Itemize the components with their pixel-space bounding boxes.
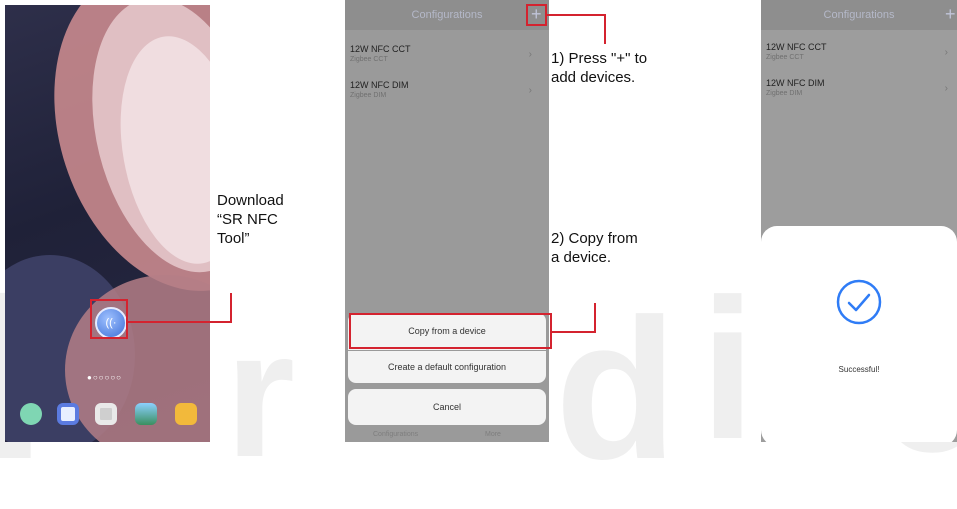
callout-line: [552, 331, 596, 333]
item-subtitle: Zigbee CCT: [350, 56, 388, 63]
download-annotation: Download “SR NFC Tool”: [217, 191, 284, 248]
annotation-line: 2) Copy from: [551, 230, 638, 247]
watermark: d: [555, 278, 678, 501]
browser-icon[interactable]: [57, 403, 79, 425]
chevron-right-icon: ›: [528, 85, 532, 96]
highlight-box: [90, 299, 128, 339]
item-name: 12W NFC CCT: [766, 42, 827, 52]
list-item[interactable]: 12W NFC DIM Zigbee DIM ›: [766, 78, 956, 97]
step1-annotation: 1) Press "+" to add devices.: [551, 49, 647, 87]
watermark: i: [700, 258, 756, 481]
list-item[interactable]: 12W NFC CCT Zigbee CCT ›: [350, 44, 540, 63]
nav-title: Configurations: [823, 9, 895, 21]
tab-more[interactable]: More: [485, 431, 501, 438]
callout-line: [128, 321, 232, 323]
annotation-line: a device.: [551, 249, 612, 266]
chevron-right-icon: ›: [944, 83, 948, 94]
item-name: 12W NFC DIM: [350, 80, 409, 90]
camera-icon[interactable]: [95, 403, 117, 425]
success-dialog: Successful!: [761, 226, 957, 442]
nav-bar: Configurations: [345, 0, 549, 30]
callout-line: [594, 303, 596, 333]
highlight-box: [349, 313, 552, 349]
annotation-line: 1) Press "+" to: [551, 50, 648, 67]
gallery-icon[interactable]: [135, 403, 157, 425]
item-subtitle: Zigbee CCT: [766, 54, 804, 61]
nav-bar: Configurations: [761, 0, 957, 30]
success-message: Successful!: [838, 365, 880, 374]
cancel-button[interactable]: Cancel: [348, 389, 546, 425]
callout-line: [604, 14, 606, 44]
annotation-line: Download: [217, 192, 284, 209]
app-icon[interactable]: [175, 403, 197, 425]
item-name: 12W NFC DIM: [766, 78, 825, 88]
list-item[interactable]: 12W NFC CCT Zigbee CCT ›: [766, 42, 956, 61]
item-name: 12W NFC CCT: [350, 44, 411, 54]
chevron-right-icon: ›: [528, 49, 532, 60]
highlight-box: [526, 4, 547, 26]
annotation-line: “SR NFC: [217, 211, 278, 228]
chevron-right-icon: ›: [944, 47, 948, 58]
messages-icon[interactable]: [20, 403, 42, 425]
annotation-line: add devices.: [551, 69, 636, 86]
nav-title: Configurations: [411, 9, 483, 21]
tab-configurations[interactable]: Configurations: [373, 431, 418, 438]
step2-annotation: 2) Copy from a device.: [551, 229, 638, 267]
create-default-config-button[interactable]: Create a default configuration: [348, 351, 546, 383]
add-button[interactable]: +: [945, 0, 956, 28]
item-subtitle: Zigbee DIM: [350, 92, 387, 99]
callout-line: [547, 14, 606, 16]
home-screen: ((· ●○○○○○: [5, 5, 210, 442]
configurations-screen: Configurations + 12W NFC CCT Zigbee CCT …: [345, 0, 549, 442]
list-item[interactable]: 12W NFC DIM Zigbee DIM ›: [350, 80, 540, 99]
item-subtitle: Zigbee DIM: [766, 90, 803, 97]
page-indicator: ●○○○○○: [87, 373, 122, 382]
check-circle-icon: [836, 279, 882, 325]
tab-bar: Configurations More: [345, 428, 549, 442]
watermark: r: [225, 294, 296, 495]
callout-line: [230, 293, 232, 323]
annotation-line: Tool”: [217, 230, 250, 247]
configurations-screen: Configurations + 12W NFC CCT Zigbee CCT …: [761, 0, 957, 442]
